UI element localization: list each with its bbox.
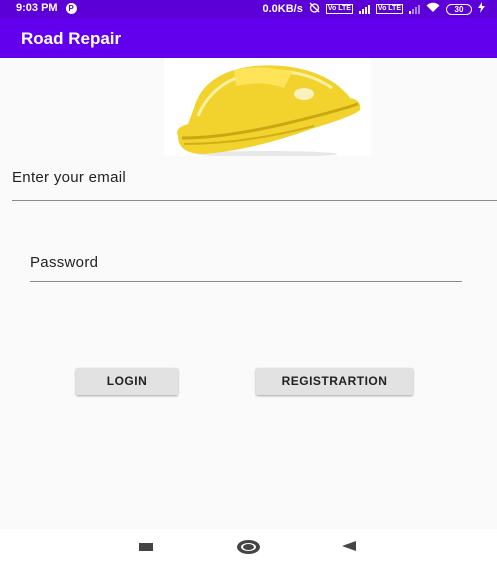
volte-badge-2: Vo LTE — [375, 4, 403, 14]
app-title: Road Repair — [21, 29, 122, 48]
network-speed: 0.0KB/s — [262, 3, 303, 15]
password-input[interactable]: Password — [30, 250, 462, 282]
navigation-bar — [0, 529, 497, 564]
login-button[interactable]: LOGIN — [76, 368, 178, 395]
signal-icon-1 — [358, 4, 370, 14]
registration-button[interactable]: REGISTRARTION — [256, 368, 413, 395]
helmet-logo-image — [164, 58, 371, 157]
status-time: 9:03 PM — [16, 2, 58, 14]
home-icon[interactable] — [237, 540, 260, 554]
app-bar: Road Repair — [0, 18, 497, 58]
alarm-off-icon — [309, 2, 320, 16]
email-input[interactable]: Enter your email — [12, 164, 497, 201]
volte-badge-1: Vo LTE — [325, 4, 353, 14]
signal-icon-2 — [409, 4, 420, 14]
back-icon[interactable] — [342, 541, 356, 551]
recent-apps-icon[interactable] — [139, 543, 153, 551]
notification-icon: P — [65, 2, 77, 14]
battery-icon: 30 — [446, 3, 472, 15]
charging-icon — [478, 2, 485, 16]
status-bar: 9:03 PM P 0.0KB/s Vo LTE Vo LTE 30 — [0, 0, 497, 18]
wifi-icon — [426, 2, 440, 16]
